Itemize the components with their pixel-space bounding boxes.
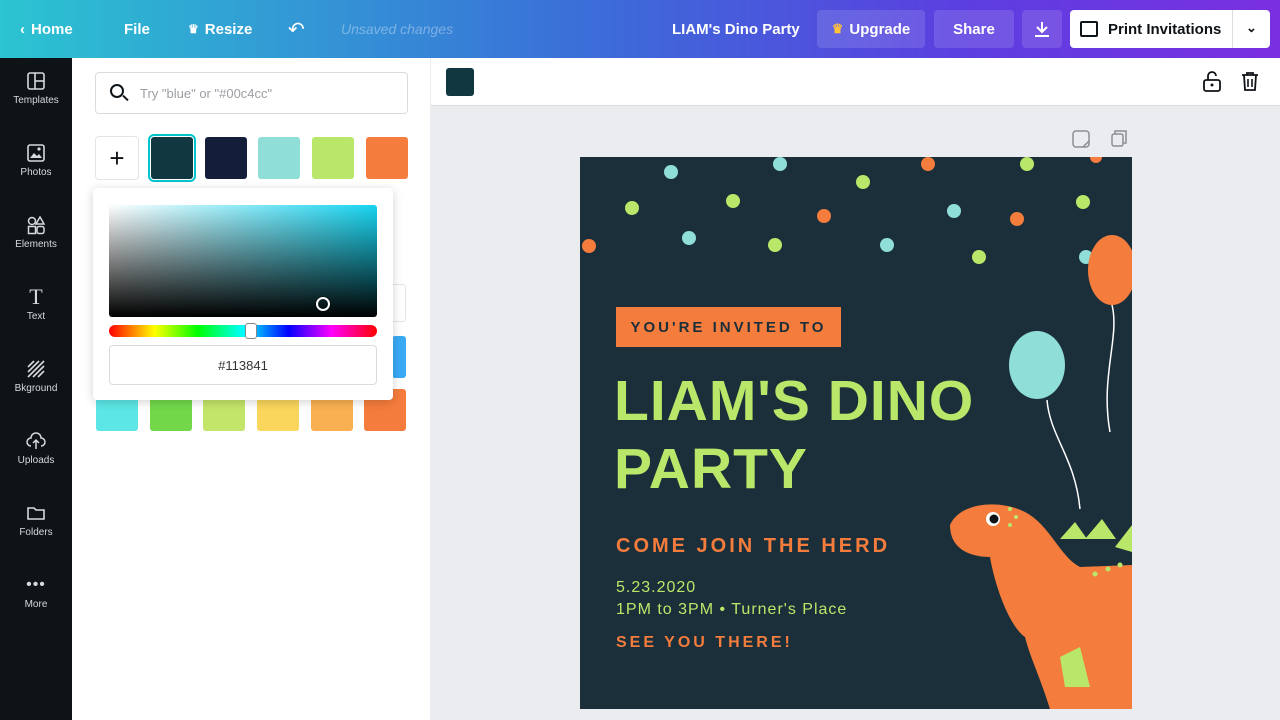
home-label: Home bbox=[31, 20, 73, 38]
sidebar-item-background[interactable]: Bkground bbox=[0, 346, 72, 406]
editor-toolbar bbox=[431, 58, 1280, 106]
sidebar-item-templates[interactable]: Templates bbox=[0, 58, 72, 118]
closing-text[interactable]: SEE YOU THERE! bbox=[616, 634, 793, 652]
sidebar-item-label: Elements bbox=[15, 238, 57, 250]
note-icon[interactable] bbox=[1072, 130, 1090, 148]
save-status: Unsaved changes bbox=[341, 21, 454, 37]
download-button[interactable] bbox=[1022, 10, 1062, 48]
duplicate-page-icon[interactable] bbox=[1111, 130, 1127, 147]
photos-icon bbox=[27, 143, 45, 162]
share-button[interactable]: Share bbox=[934, 10, 1014, 48]
upgrade-button[interactable]: ♛ Upgrade bbox=[817, 10, 925, 48]
sidebar-item-label: Uploads bbox=[17, 454, 55, 466]
saturation-value-area[interactable] bbox=[109, 205, 377, 317]
color-search bbox=[95, 72, 408, 114]
divider bbox=[1232, 10, 1233, 48]
sidebar-item-label: Text bbox=[26, 310, 46, 322]
download-icon bbox=[1035, 22, 1049, 37]
crown-icon: ♛ bbox=[188, 22, 199, 36]
color-swatch[interactable] bbox=[148, 134, 196, 182]
design-canvas[interactable]: YOU'RE INVITED TO LIAM'S DINO PARTY COME… bbox=[580, 157, 1132, 709]
resize-label: Resize bbox=[204, 20, 253, 38]
undo-button[interactable]: ↶ bbox=[288, 0, 305, 58]
print-label: Print Invitations bbox=[1108, 20, 1222, 38]
hue-slider[interactable] bbox=[109, 323, 377, 339]
sidebar-item-text[interactable]: T Text bbox=[0, 274, 72, 334]
home-button[interactable]: ‹ Home bbox=[20, 0, 73, 58]
unlock-icon[interactable] bbox=[1201, 70, 1223, 92]
color-search-input[interactable] bbox=[140, 85, 390, 101]
headline-line-2: PARTY bbox=[614, 437, 808, 501]
left-sidebar: Templates Photos Elements T Text Bkgroun… bbox=[0, 58, 72, 720]
elements-icon bbox=[27, 214, 46, 234]
confetti-dots bbox=[582, 157, 1102, 264]
sidebar-item-photos[interactable]: Photos bbox=[0, 130, 72, 190]
hex-input[interactable]: #113841 bbox=[109, 345, 377, 385]
resize-button[interactable]: ♛ Resize bbox=[188, 0, 252, 58]
chevron-left-icon: ‹ bbox=[20, 20, 25, 38]
sidebar-item-label: Templates bbox=[13, 94, 59, 106]
invite-banner[interactable]: YOU'RE INVITED TO bbox=[616, 307, 841, 347]
more-icon: ••• bbox=[26, 575, 46, 593]
time-location-text[interactable]: 1PM to 3PM • Turner's Place bbox=[616, 601, 847, 619]
sidebar-item-uploads[interactable]: Uploads bbox=[0, 418, 72, 478]
search-icon bbox=[110, 84, 129, 102]
file-menu-button[interactable]: File bbox=[124, 0, 150, 58]
text-color-button[interactable] bbox=[446, 68, 474, 96]
sidebar-item-label: Folders bbox=[19, 526, 53, 538]
templates-icon bbox=[27, 71, 45, 90]
file-label: File bbox=[124, 20, 150, 38]
color-swatch[interactable] bbox=[366, 137, 408, 179]
add-color-button[interactable]: + bbox=[95, 136, 139, 180]
document-title[interactable]: LIAM's Dino Party bbox=[672, 0, 800, 58]
trash-icon[interactable] bbox=[1239, 70, 1261, 92]
sidebar-item-label: Bkground bbox=[14, 382, 58, 394]
crown-icon: ♛ bbox=[831, 21, 844, 36]
headline-line-1: LIAM'S DINO bbox=[614, 369, 975, 433]
headline-text[interactable]: LIAM'S DINO PARTY bbox=[614, 367, 1014, 503]
hue-slider-handle[interactable] bbox=[245, 323, 258, 339]
color-swatch[interactable] bbox=[312, 137, 354, 179]
invite-label: YOU'RE INVITED TO bbox=[630, 318, 827, 336]
color-swatch-blue[interactable] bbox=[392, 336, 406, 378]
share-label: Share bbox=[953, 20, 995, 38]
sidebar-item-label: Photos bbox=[20, 166, 52, 178]
sidebar-item-folders[interactable]: Folders bbox=[0, 490, 72, 550]
sidebar-item-elements[interactable]: Elements bbox=[0, 202, 72, 262]
top-bar: ‹ Home File ♛ Resize ↶ Unsaved changes L… bbox=[0, 0, 1280, 58]
balloon-orange bbox=[1088, 235, 1132, 433]
subtitle-text[interactable]: COME JOIN THE HERD bbox=[616, 535, 890, 558]
sidebar-item-label: More bbox=[24, 598, 48, 610]
date-text[interactable]: 5.23.2020 bbox=[616, 579, 696, 597]
dinosaur bbox=[950, 504, 1132, 709]
sidebar-item-more[interactable]: ••• More bbox=[0, 562, 72, 622]
color-cursor[interactable] bbox=[316, 297, 330, 311]
page-tools bbox=[1072, 130, 1127, 148]
uploads-icon bbox=[26, 431, 46, 449]
background-icon bbox=[27, 359, 45, 378]
color-picker-popup: #113841 bbox=[93, 188, 393, 400]
text-icon: T bbox=[29, 283, 43, 309]
envelope-icon bbox=[1080, 21, 1098, 37]
undo-icon: ↶ bbox=[288, 18, 305, 41]
plus-icon: + bbox=[109, 142, 125, 173]
color-swatch[interactable] bbox=[258, 137, 300, 179]
color-swatch[interactable] bbox=[205, 137, 247, 179]
folders-icon bbox=[27, 506, 45, 520]
chevron-down-icon[interactable]: ⌄ bbox=[1246, 20, 1257, 36]
print-invitations-button[interactable]: Print Invitations ⌄ bbox=[1070, 10, 1270, 48]
upgrade-label: Upgrade bbox=[849, 20, 911, 38]
balloon-aqua bbox=[1009, 331, 1081, 510]
